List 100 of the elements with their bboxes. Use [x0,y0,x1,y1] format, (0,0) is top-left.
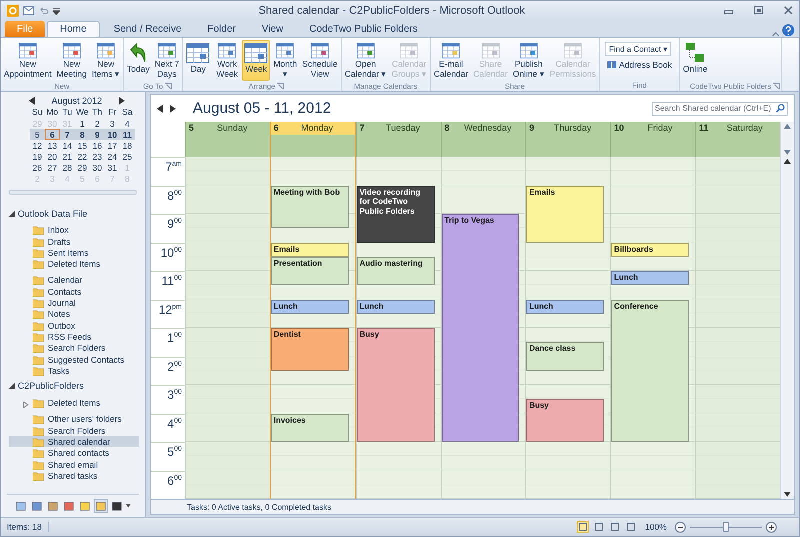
date-cell[interactable]: 30 [90,162,105,173]
date-cell[interactable]: 8 [75,129,90,140]
find-contact-field[interactable]: Find a Contact ▾ [605,42,672,56]
appointment[interactable]: Video recording for CodeTwo Public Folders [356,186,435,242]
ribbon-tab[interactable]: Send / Receive [102,21,194,37]
folder-item[interactable]: Contacts [9,285,139,297]
folder-item[interactable]: Journal [9,296,139,308]
ribbon-button[interactable]: Publish Online ▾ [510,40,547,81]
day-header[interactable]: 6 Monday [270,122,356,157]
ribbon-button[interactable]: E-mail Calendar [432,40,470,81]
ribbon-tab[interactable]: CodeTwo Public Folders [298,21,430,37]
day-column[interactable]: Video recording for CodeTwo Public Folders Audio mastering Lunch Busy [356,157,441,499]
previous-month-icon[interactable] [29,97,35,105]
collapse-icon[interactable] [9,383,15,390]
close-icon[interactable] [784,6,793,15]
date-cell[interactable]: 11 [120,129,135,140]
ribbon-tab[interactable]: Home [47,21,100,37]
ribbon-button[interactable]: Open Calendar ▾ [342,40,389,81]
folder-item[interactable]: Shared tasks [9,470,139,481]
ribbon-button[interactable]: Month ▾ [271,40,300,81]
customize-icon[interactable] [53,6,60,14]
day-column[interactable]: Emails Lunch Dance class Busy [525,157,610,499]
folder-item[interactable]: RSS Feeds [9,330,139,342]
view-button[interactable] [609,521,622,533]
ribbon-button[interactable]: New Appointment [2,40,54,81]
appointment[interactable]: Meeting with Bob [270,186,349,228]
dialog-launcher-icon[interactable] [165,82,172,90]
appointment[interactable]: Invoices [270,414,349,442]
mailbox-label[interactable]: Outlook Data File [18,208,88,218]
appointment[interactable]: Lunch [356,300,435,314]
folder-item[interactable]: Inbox [9,224,139,236]
ribbon-button[interactable]: Week [242,40,270,81]
date-cell[interactable]: 13 [45,140,60,151]
date-cell[interactable]: 22 [75,151,90,162]
day-header[interactable]: 8 Wednesday [440,122,526,157]
appointment[interactable]: Lunch [526,300,604,314]
caret-icon[interactable] [126,504,131,508]
appointment[interactable]: Presentation [270,256,349,286]
date-cell[interactable]: 27 [45,162,60,173]
date-cell[interactable]: 6 [45,129,60,140]
navigation-button[interactable] [110,499,124,513]
appointment[interactable]: Conference [611,300,690,442]
folder-item[interactable]: Shared contacts [9,447,139,458]
date-cell[interactable]: 20 [45,151,60,162]
ribbon-button[interactable]: Next 7 Days [152,40,182,81]
next-week-icon[interactable] [170,104,176,112]
scroll-down-icon[interactable] [784,492,792,497]
address-book-button[interactable]: Address Book [605,59,674,71]
day-header[interactable]: 7 Tuesday [356,122,441,157]
ribbon-button[interactable]: Online [681,40,710,81]
date-cell[interactable]: 5 [30,129,45,140]
previous-week-icon[interactable] [157,104,163,112]
date-cell[interactable]: 28 [60,162,75,173]
zoom-in-icon[interactable] [766,522,777,532]
ribbon-tab[interactable]: View [250,21,296,37]
view-button[interactable] [577,521,590,533]
appointment[interactable]: Emails [526,186,604,242]
date-cell[interactable]: 16 [90,140,105,151]
date-cell[interactable]: 14 [60,140,75,151]
appointment[interactable]: Busy [356,328,435,442]
ribbon-button[interactable]: Schedule View [300,40,340,81]
help-icon[interactable] [782,24,795,37]
view-button[interactable] [593,521,606,533]
maximize-icon[interactable] [754,6,764,15]
folder-item[interactable]: Sent Items [9,246,139,258]
date-cell[interactable]: 17 [105,140,120,151]
folder-item[interactable]: Shared email [9,458,139,470]
next-month-icon[interactable] [118,97,125,105]
appointment[interactable]: Billboards [611,242,690,257]
folder-item[interactable]: Search Folders [9,424,139,436]
ribbon-button[interactable]: Work Week [213,40,242,81]
ribbon-button[interactable]: Day [184,40,212,81]
ribbon-button[interactable]: New Meeting [54,40,89,81]
day-column[interactable]: Meeting with Bob Emails Presentation Lunch Dentist Invoices [270,157,356,499]
folder-item[interactable]: Search Folders [9,342,139,354]
day-column[interactable]: Trip to Vegas [440,157,526,499]
mailbox-label[interactable]: C2PublicFolders [18,381,84,392]
appointment[interactable]: Emails [270,242,349,257]
appointment[interactable]: Dance class [526,342,604,371]
scroll-up-icon[interactable] [784,159,792,164]
date-cell[interactable]: 1 [75,118,90,129]
undo-icon[interactable] [39,6,49,16]
folder-item[interactable]: Deleted Items [9,258,139,270]
search-icon[interactable] [776,104,785,113]
date-cell[interactable]: 3 [105,118,120,129]
folder-item[interactable]: Suggested Contacts [9,353,139,365]
collapse-ribbon-icon[interactable] [772,31,780,37]
date-cell[interactable]: 23 [90,151,105,162]
appointment[interactable]: Lunch [270,300,349,314]
date-cell[interactable]: 12 [30,140,45,151]
date-cell[interactable]: 2 [90,118,105,129]
date-cell[interactable]: 29 [75,162,90,173]
date-cell[interactable]: 7 [60,129,75,140]
search-field[interactable]: Search Shared calendar (Ctrl+E) [652,102,788,116]
appointment[interactable]: Lunch [611,271,690,286]
folder-item[interactable]: Shared calendar [9,436,139,448]
date-cell[interactable]: 10 [105,129,120,140]
appointment[interactable]: Audio mastering [356,256,435,286]
date-cell[interactable]: 4 [120,118,135,129]
folder-item[interactable]: Deleted Items [9,396,139,408]
